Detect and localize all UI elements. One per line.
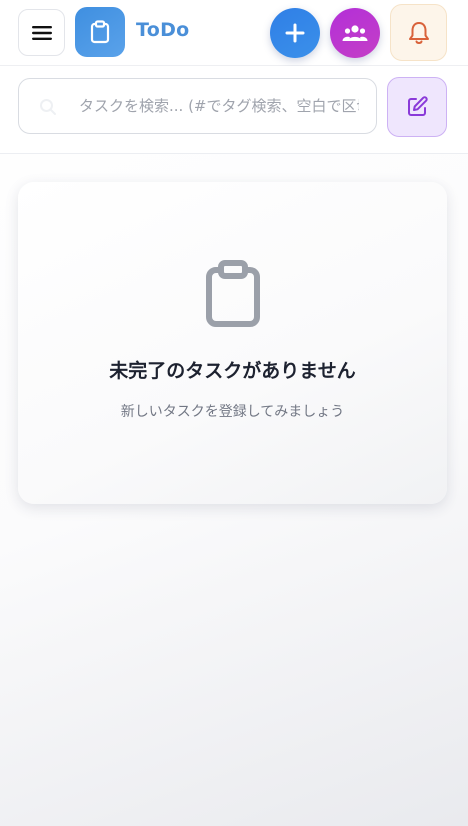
team-button[interactable] (330, 8, 380, 58)
empty-state-subtitle: 新しいタスクを登録してみましょう (120, 404, 345, 420)
edit-pencil-icon (408, 96, 428, 116)
notifications-button[interactable] (390, 4, 447, 61)
app-header: ToDo (0, 0, 468, 66)
search-box[interactable] (18, 78, 377, 134)
search-bar (0, 66, 468, 154)
menu-button[interactable] (18, 9, 65, 56)
search-icon (37, 96, 59, 118)
empty-state-title: 未完了のタスクがありません (109, 360, 356, 382)
bell-icon (408, 21, 429, 44)
bulk-edit-button[interactable] (387, 77, 447, 137)
plus-icon (285, 23, 305, 43)
app-logo[interactable] (75, 7, 125, 57)
clipboard-icon (206, 260, 260, 327)
users-group-icon (342, 25, 368, 41)
hamburger-menu-icon (31, 25, 52, 40)
app-title: ToDo (136, 19, 190, 41)
empty-state-card: 未完了のタスクがありません 新しいタスクを登録してみましょう (18, 182, 447, 504)
add-task-button[interactable] (270, 8, 320, 58)
search-input[interactable] (79, 79, 359, 133)
clipboard-icon (90, 20, 110, 44)
